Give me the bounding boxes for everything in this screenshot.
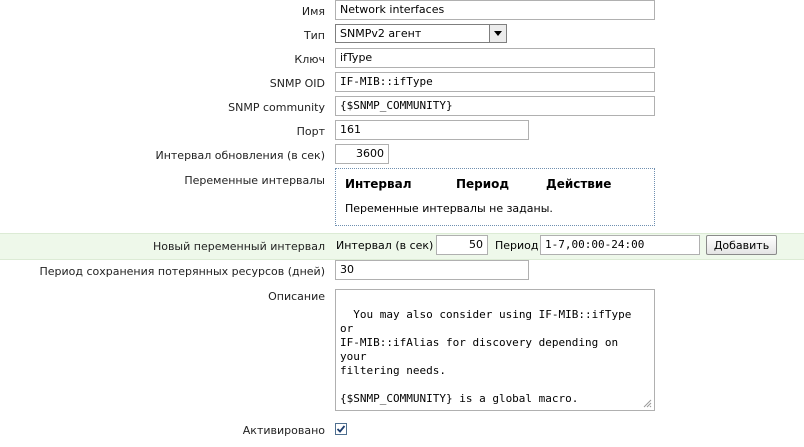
update-interval-label: Интервал обновления (в сек) (155, 149, 325, 162)
snmp-community-label: SNMP community (228, 101, 325, 114)
new-interval-label: Интервал (в сек) (336, 239, 434, 252)
flex-intervals-empty: Переменные интервалы не заданы. (345, 202, 553, 215)
port-input[interactable]: 161 (335, 120, 529, 140)
enabled-checkbox[interactable] (335, 423, 347, 435)
description-textarea[interactable]: You may also consider using IF-MIB::ifTy… (335, 289, 655, 411)
name-input[interactable]: Network interfaces (335, 0, 655, 20)
update-interval-input[interactable]: 3600 (335, 144, 389, 164)
type-select[interactable]: SNMPv2 агент (335, 24, 507, 43)
key-input[interactable]: ifType (335, 48, 655, 68)
description-text: You may also consider using IF-MIB::ifTy… (340, 308, 632, 405)
type-select-value: SNMPv2 агент (340, 27, 422, 40)
flex-intervals-label: Переменные интервалы (184, 174, 325, 187)
type-label: Тип (303, 29, 325, 42)
resize-grip-icon[interactable] (643, 399, 652, 408)
name-label: Имя (301, 5, 325, 18)
snmp-oid-input[interactable]: IF-MIB::ifType (335, 72, 655, 92)
enabled-label: Активировано (242, 424, 325, 437)
new-period-label: Период (495, 239, 539, 252)
col-period-header: Период (456, 177, 510, 191)
lifetime-label: Период сохранения потерянных ресурсов (д… (39, 265, 325, 278)
add-button[interactable]: Добавить (706, 235, 777, 255)
checkmark-icon (336, 425, 346, 433)
snmp-community-input[interactable]: {$SNMP_COMMUNITY} (335, 96, 655, 116)
port-label: Порт (296, 125, 325, 138)
chevron-down-icon[interactable] (489, 25, 506, 42)
new-interval-input[interactable]: 50 (436, 235, 488, 255)
description-label: Описание (268, 290, 325, 303)
key-label: Ключ (294, 53, 325, 66)
col-interval-header: Интервал (345, 177, 412, 191)
new-flex-interval-label: Новый переменный интервал (152, 240, 325, 253)
snmp-oid-label: SNMP OID (269, 77, 325, 90)
flex-intervals-table: Интервал Период Действие Переменные инте… (335, 168, 655, 226)
new-period-input[interactable]: 1-7,00:00-24:00 (540, 235, 700, 255)
lifetime-input[interactable]: 30 (335, 260, 529, 280)
col-action-header: Действие (546, 177, 612, 191)
